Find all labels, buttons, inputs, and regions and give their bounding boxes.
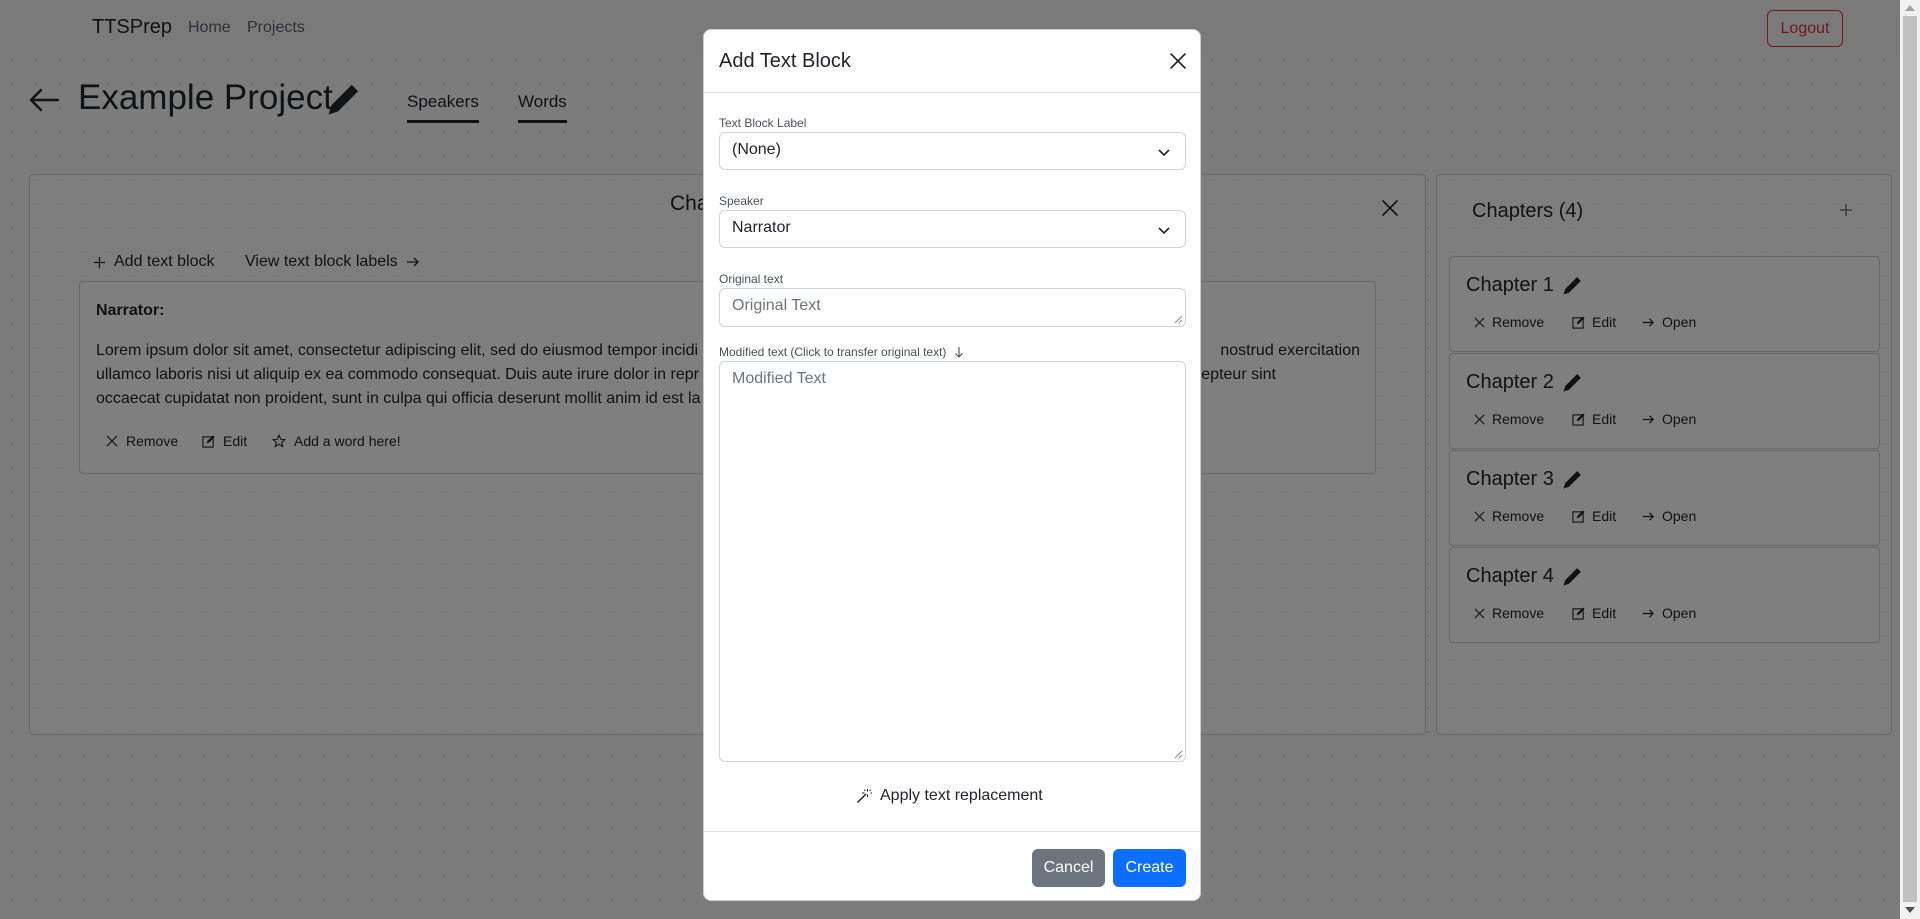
- modal-header: Add Text Block: [704, 30, 1200, 93]
- chevron-down-icon: [1158, 227, 1170, 235]
- original-text-field-label: Original text: [719, 272, 784, 286]
- resize-grip-icon[interactable]: [1174, 315, 1183, 324]
- modified-text-field-label[interactable]: Modified text (Click to transfer origina…: [719, 345, 964, 359]
- text-block-label-select[interactable]: (None): [719, 132, 1186, 170]
- text-block-label-value: (None): [732, 141, 781, 158]
- resize-grip-icon[interactable]: [1174, 750, 1183, 759]
- speaker-select[interactable]: Narrator: [719, 210, 1186, 248]
- magic-wand-icon: [856, 789, 872, 804]
- chevron-down-icon: [1158, 149, 1170, 157]
- arrow-down-icon: [955, 347, 964, 358]
- apply-text-replacement-label: Apply text replacement: [880, 787, 1043, 804]
- modified-text-label-text: Modified text (Click to transfer origina…: [719, 345, 947, 359]
- scroll-up-arrow-icon[interactable]: [1905, 5, 1915, 11]
- modified-text-placeholder: Modified Text: [732, 370, 826, 387]
- scrollbar-thumb[interactable]: [1903, 16, 1917, 902]
- scroll-down-arrow-icon[interactable]: [1905, 907, 1915, 913]
- modified-text-input[interactable]: Modified Text: [719, 361, 1186, 762]
- text-block-label-field-label: Text Block Label: [719, 116, 807, 130]
- cancel-button[interactable]: Cancel: [1032, 849, 1105, 887]
- modal-title: Add Text Block: [719, 50, 851, 72]
- close-icon[interactable]: [1168, 51, 1188, 71]
- create-button[interactable]: Create: [1113, 849, 1186, 887]
- modal-footer: Cancel Create: [704, 831, 1200, 901]
- original-text-input[interactable]: Original Text: [719, 288, 1186, 327]
- speaker-value: Narrator: [732, 219, 791, 236]
- original-text-placeholder: Original Text: [732, 297, 821, 314]
- page-background: TTSPrep Home Projects Logout Example Pro…: [0, 0, 1900, 919]
- speaker-field-label: Speaker: [719, 194, 764, 208]
- add-text-block-modal: Add Text Block Text Block Label (None) S…: [703, 29, 1201, 901]
- apply-text-replacement-button[interactable]: Apply text replacement: [856, 787, 1043, 805]
